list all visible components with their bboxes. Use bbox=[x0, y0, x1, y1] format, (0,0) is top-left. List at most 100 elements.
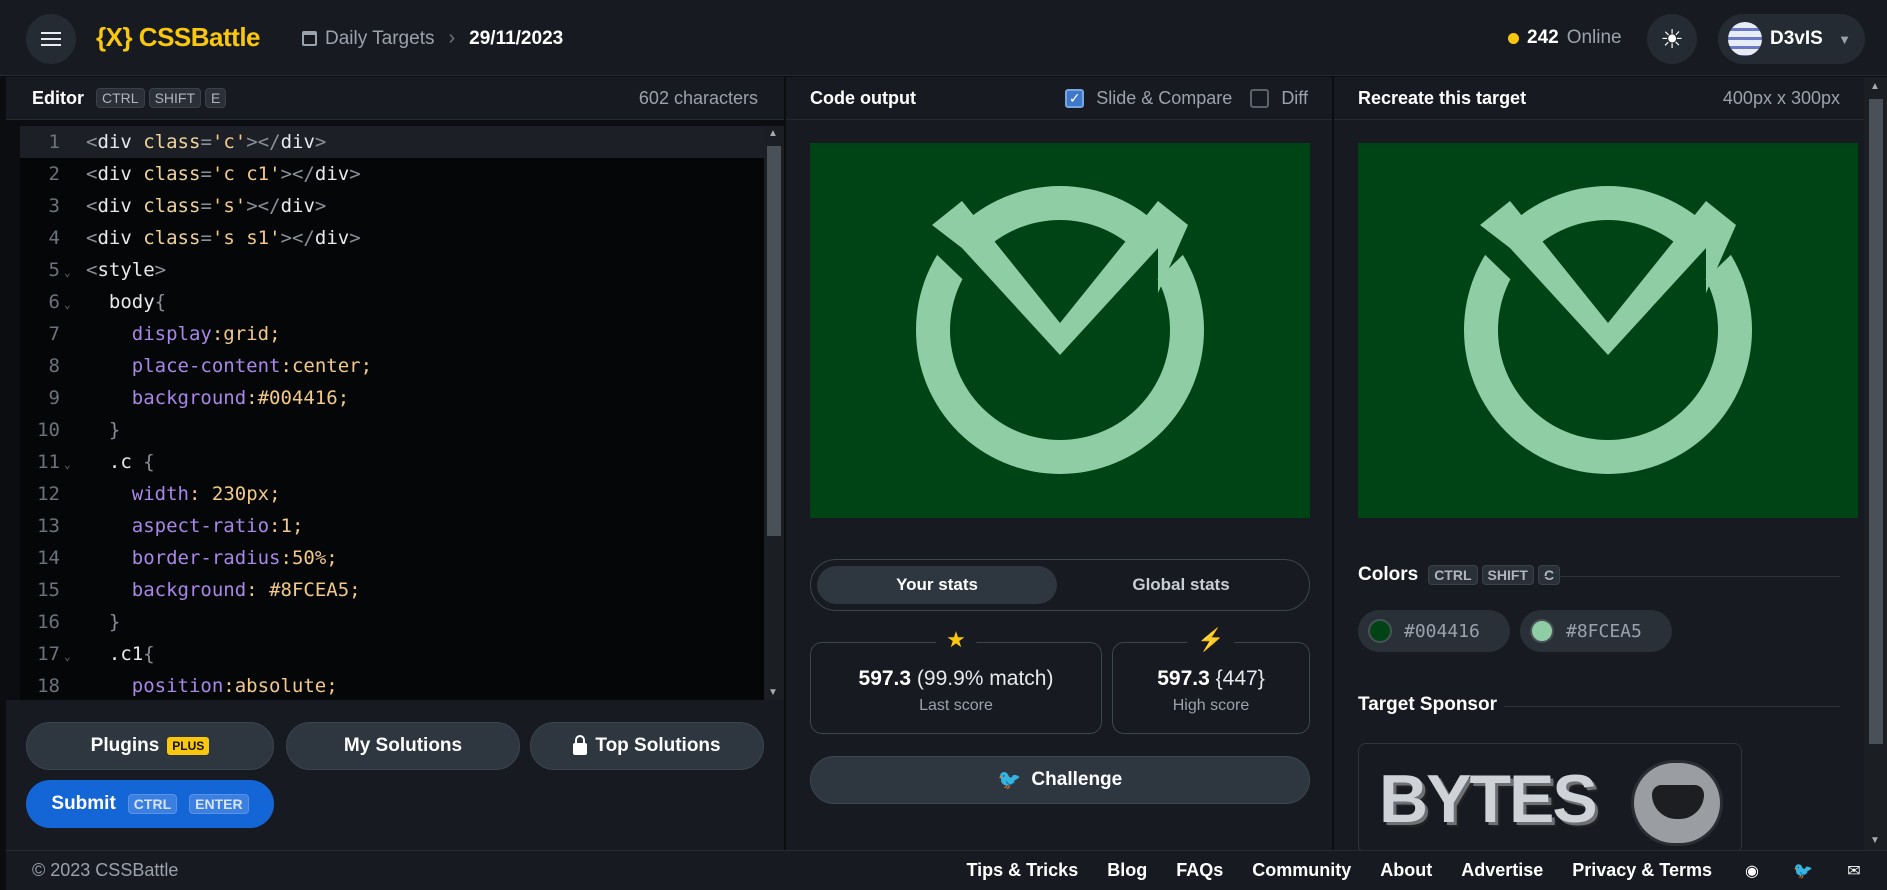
high-score-label: High score bbox=[1172, 697, 1250, 714]
code-line[interactable]: 9 background:#004416; bbox=[20, 382, 764, 414]
code-line[interactable]: 15 background: #8FCEA5; bbox=[20, 574, 764, 606]
code-text: } bbox=[108, 611, 121, 633]
code-editor[interactable]: 1 <div class='c'></div> 2 <div class='c c1'… bbox=[20, 126, 764, 700]
fold-chevron-icon[interactable]: ⌄ bbox=[64, 446, 76, 478]
code-line[interactable]: 12 width: 230px; bbox=[20, 478, 764, 510]
sponsor-banner[interactable]: BYTES bbox=[1358, 743, 1742, 853]
scroll-up-icon[interactable]: ▲ bbox=[768, 128, 778, 139]
page-scrollbar[interactable]: ▲ ▼ bbox=[1864, 77, 1887, 850]
code-line[interactable]: 5 ⌄ <style> bbox=[20, 254, 764, 286]
scroll-down-icon[interactable]: ▼ bbox=[1870, 835, 1880, 846]
lightning-icon: ⚡ bbox=[1187, 627, 1235, 653]
footer-link-advertise[interactable]: Advertise bbox=[1461, 860, 1543, 881]
kbd-key: CTRL bbox=[127, 794, 178, 814]
color-swatch-2[interactable]: #8FCEA5 bbox=[1520, 610, 1672, 652]
user-menu[interactable]: D3vIS ▼ bbox=[1718, 14, 1865, 64]
avatar bbox=[1728, 22, 1762, 56]
copyright: © 2023 CSSBattle bbox=[32, 860, 179, 880]
top-solutions-button[interactable]: Top Solutions bbox=[530, 722, 764, 770]
code-line[interactable]: 18 position:absolute; bbox=[20, 670, 764, 700]
diff-toggle[interactable]: Diff bbox=[1250, 88, 1308, 109]
footer-link-tips[interactable]: Tips & Tricks bbox=[966, 860, 1078, 881]
code-line[interactable]: 7 display:grid; bbox=[20, 318, 764, 350]
last-score-value: 597.3 bbox=[858, 667, 912, 690]
color-hex: #004416 bbox=[1404, 620, 1480, 642]
code-text: width: 230px; bbox=[131, 483, 281, 505]
target-image[interactable] bbox=[1358, 143, 1858, 518]
code-line[interactable]: 6 ⌄ body{ bbox=[20, 286, 764, 318]
line-number: 14 bbox=[37, 547, 60, 569]
code-text: <div class='s s1'></div> bbox=[86, 227, 361, 249]
tab-your-stats[interactable]: Your stats bbox=[817, 566, 1057, 604]
code-line[interactable]: 17 ⌄ .c1{ bbox=[20, 638, 764, 670]
code-line[interactable]: 4 <div class='s s1'></div> bbox=[20, 222, 764, 254]
diff-label: Diff bbox=[1281, 87, 1308, 108]
breadcrumb-daily-targets[interactable]: Daily Targets bbox=[325, 28, 434, 50]
colors-section: Colors CTRL SHIFT C bbox=[1358, 564, 1840, 586]
slide-compare-toggle[interactable]: ✓ Slide & Compare bbox=[1065, 88, 1232, 109]
checkbox-icon[interactable] bbox=[1250, 88, 1270, 108]
footer-link-privacy[interactable]: Privacy & Terms bbox=[1572, 860, 1712, 881]
menu-button[interactable] bbox=[26, 14, 76, 64]
last-score-label: Last score bbox=[919, 697, 993, 714]
color-hex: #8FCEA5 bbox=[1566, 620, 1642, 642]
code-line[interactable]: 10 } bbox=[20, 414, 764, 446]
fold-chevron-icon[interactable]: ⌄ bbox=[64, 638, 76, 670]
fold-gutter bbox=[64, 542, 76, 574]
fold-gutter bbox=[64, 478, 76, 510]
scrollbar-thumb[interactable] bbox=[767, 146, 781, 536]
fold-gutter bbox=[64, 318, 76, 350]
code-line[interactable]: 14 border-radius:50%; bbox=[20, 542, 764, 574]
footer-link-about[interactable]: About bbox=[1380, 860, 1432, 881]
code-text: border-radius:50%; bbox=[131, 547, 338, 569]
sun-icon: ☀ bbox=[1660, 23, 1684, 54]
fold-chevron-icon[interactable]: ⌄ bbox=[64, 254, 76, 286]
lock-icon bbox=[573, 734, 588, 755]
tab-global-stats[interactable]: Global stats bbox=[1061, 566, 1301, 604]
code-line[interactable]: 2 <div class='c c1'></div> bbox=[20, 158, 764, 190]
code-text: background: #8FCEA5; bbox=[131, 579, 361, 601]
editor-scrollbar[interactable]: ▲ ▼ bbox=[764, 126, 784, 700]
stats-tabs: Your stats Global stats bbox=[810, 559, 1310, 611]
mail-icon[interactable]: ✉ bbox=[1843, 862, 1865, 880]
line-number: 1 bbox=[48, 131, 60, 153]
scroll-down-icon[interactable]: ▼ bbox=[768, 687, 778, 698]
colors-label: Colors bbox=[1358, 564, 1419, 585]
plugins-button[interactable]: Plugins PLUS bbox=[26, 722, 274, 770]
code-output-canvas[interactable] bbox=[810, 143, 1310, 518]
color-swatch-1[interactable]: #004416 bbox=[1358, 610, 1510, 652]
code-line[interactable]: 8 place-content:center; bbox=[20, 350, 764, 382]
my-solutions-button[interactable]: My Solutions bbox=[286, 722, 520, 770]
line-number: 2 bbox=[48, 163, 60, 185]
high-score-card: ⚡ 597.3 {447} High score bbox=[1112, 627, 1310, 734]
scrollbar-thumb[interactable] bbox=[1869, 99, 1883, 744]
character-count: 602 characters bbox=[638, 87, 758, 108]
code-text: position:absolute; bbox=[131, 675, 338, 697]
code-line[interactable]: 1 <div class='c'></div> bbox=[20, 126, 764, 158]
online-label: Online bbox=[1566, 27, 1622, 48]
discord-icon[interactable]: ◉ bbox=[1741, 862, 1763, 880]
challenge-button[interactable]: 🐦 Challenge bbox=[810, 756, 1310, 804]
code-line[interactable]: 16 } bbox=[20, 606, 764, 638]
footer-link-blog[interactable]: Blog bbox=[1107, 860, 1147, 881]
theme-toggle-button[interactable]: ☀ bbox=[1647, 14, 1697, 64]
code-line[interactable]: 13 aspect-ratio:1; bbox=[20, 510, 764, 542]
code-text: background:#004416; bbox=[131, 387, 350, 409]
calendar-icon bbox=[302, 31, 317, 46]
code-text: display:grid; bbox=[131, 323, 281, 345]
code-line[interactable]: 11 ⌄ .c { bbox=[20, 446, 764, 478]
footer-link-community[interactable]: Community bbox=[1252, 860, 1351, 881]
code-line[interactable]: 3 <div class='s'></div> bbox=[20, 190, 764, 222]
fold-gutter bbox=[64, 126, 76, 158]
line-number: 4 bbox=[48, 227, 60, 249]
plus-badge: PLUS bbox=[167, 737, 210, 755]
logo[interactable]: {X} CSSBattle bbox=[96, 22, 261, 53]
footer-link-faqs[interactable]: FAQs bbox=[1176, 860, 1223, 881]
online-count: 242 bbox=[1527, 27, 1559, 48]
checkbox-checked-icon[interactable]: ✓ bbox=[1065, 88, 1085, 108]
fold-chevron-icon[interactable]: ⌄ bbox=[64, 286, 76, 318]
twitter-icon[interactable]: 🐦 bbox=[1792, 862, 1814, 880]
submit-button[interactable]: Submit CTRL ENTER bbox=[26, 780, 274, 828]
scroll-up-icon[interactable]: ▲ bbox=[1870, 81, 1880, 92]
target-title: Recreate this target bbox=[1358, 87, 1527, 108]
